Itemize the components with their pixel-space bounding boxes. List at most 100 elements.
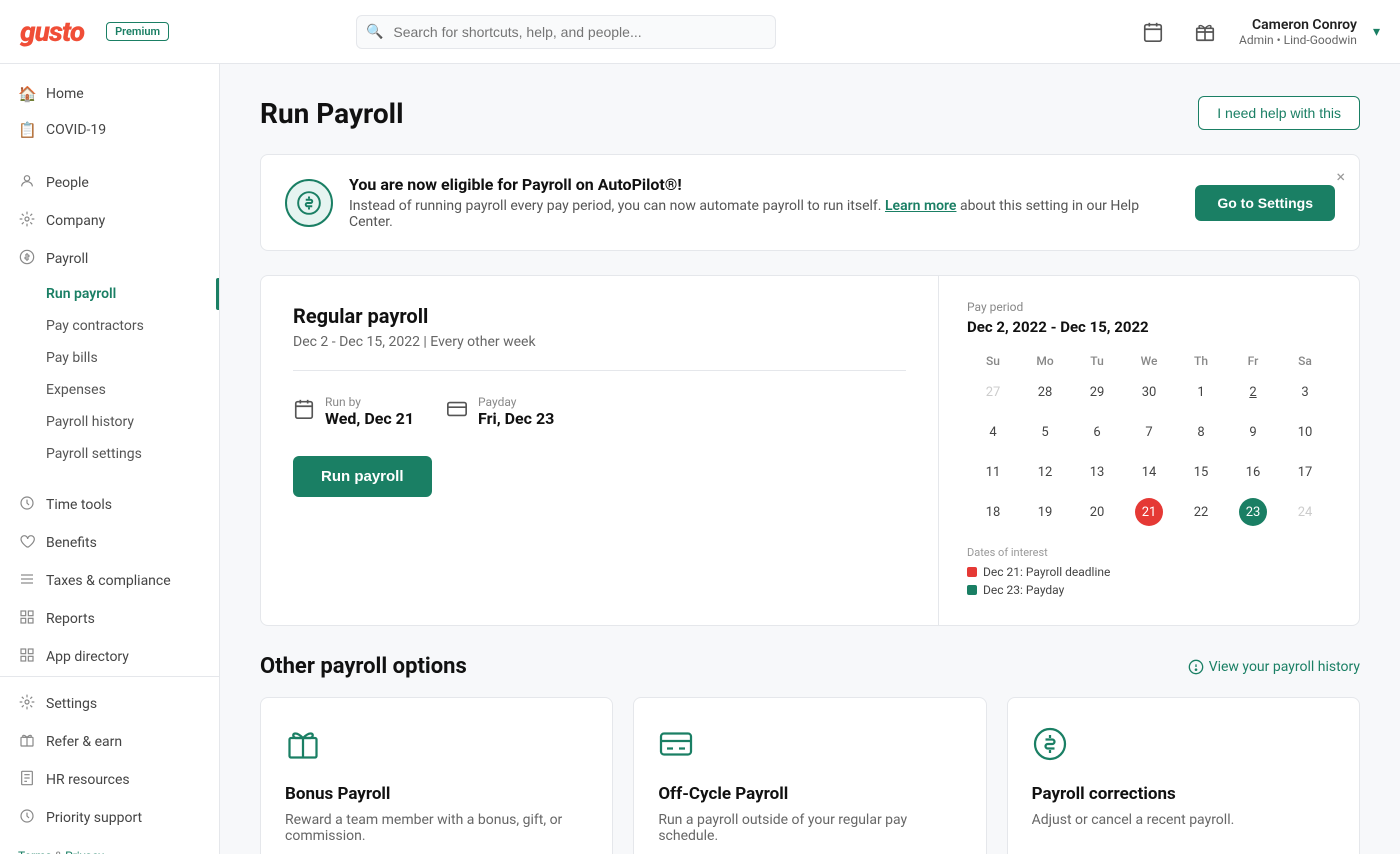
view-history-link[interactable]: View your payroll history [1188, 659, 1360, 675]
sidebar-sub-payroll-settings[interactable]: Payroll settings [0, 438, 219, 470]
option-card-off-cycle: Off-Cycle Payroll Run a payroll outside … [633, 697, 986, 854]
sidebar-item-refer[interactable]: Refer & earn [0, 723, 219, 761]
search-icon: 🔍 [366, 24, 383, 40]
run-by-details: Run by Wed, Dec 21 [325, 395, 414, 428]
user-name: Cameron Conroy [1252, 17, 1357, 33]
doi-title: Dates of interest [967, 546, 1331, 559]
banner-title: You are now eligible for Payroll on Auto… [349, 175, 1179, 194]
user-info: Cameron Conroy Admin • Lind-Goodwin [1239, 17, 1357, 47]
option-desc-bonus: Reward a team member with a bonus, gift,… [285, 812, 588, 852]
sidebar-item-covid[interactable]: 📋 COVID-19 [0, 112, 219, 148]
payday-info: Payday Fri, Dec 23 [446, 395, 554, 428]
run-info: Run by Wed, Dec 21 Payday Fri, Dec 23 [293, 395, 906, 428]
page-header: Run Payroll I need help with this [260, 96, 1360, 130]
option-title-corrections: Payroll corrections [1032, 784, 1335, 804]
regular-payroll-card: Regular payroll Dec 2 - Dec 15, 2022 | E… [260, 275, 1360, 626]
calendar-title: Dec 2, 2022 - Dec 15, 2022 [967, 318, 1331, 336]
page-title: Run Payroll [260, 97, 404, 130]
option-card-corrections: Payroll corrections Adjust or cancel a r… [1007, 697, 1360, 854]
sidebar-bottom: Settings Refer & earn HR resources Prior… [0, 676, 219, 854]
option-icon-corrections [1032, 726, 1335, 770]
calendar-grid: SuMoTuWeThFrSa 2728293012345678910111213… [967, 350, 1331, 532]
doi-item: Dec 21: Payroll deadline [967, 565, 1331, 579]
terms-link[interactable]: Terms [18, 849, 52, 854]
dates-of-interest: Dates of interest Dec 21: Payroll deadli… [967, 546, 1331, 597]
settings-icon [18, 694, 36, 714]
people-icon [18, 173, 36, 193]
other-options-title: Other payroll options [260, 654, 467, 679]
sidebar-sub-pay-contractors[interactable]: Pay contractors [0, 310, 219, 342]
user-menu-chevron[interactable]: ▾ [1373, 24, 1380, 40]
sidebar-item-benefits[interactable]: Benefits [0, 524, 219, 562]
banner-close-icon[interactable]: × [1336, 167, 1345, 186]
sidebar-item-taxes[interactable]: Taxes & compliance [0, 562, 219, 600]
run-payroll-button[interactable]: Run payroll [293, 456, 432, 497]
option-desc-corrections: Adjust or cancel a recent payroll. [1032, 812, 1335, 852]
clipboard-icon: 📋 [18, 121, 36, 139]
go-to-settings-button[interactable]: Go to Settings [1195, 185, 1335, 221]
premium-badge: Premium [106, 22, 169, 41]
payday-label: Payday [478, 395, 554, 409]
sidebar-item-company[interactable]: Company [0, 202, 219, 240]
main-content: Run Payroll I need help with this You ar… [220, 64, 1400, 854]
search-bar: 🔍 [356, 15, 776, 49]
calendar-header: Pay period [967, 300, 1331, 314]
logo: gusto [20, 15, 84, 48]
sidebar-item-settings[interactable]: Settings [0, 685, 219, 723]
search-input[interactable] [356, 15, 776, 49]
home-icon: 🏠 [18, 85, 36, 103]
company-icon [18, 211, 36, 231]
doi-item: Dec 23: Payday [967, 583, 1331, 597]
banner-description: Instead of running payroll every pay per… [349, 198, 1179, 230]
hr-icon [18, 770, 36, 790]
sidebar-sub-expenses[interactable]: Expenses [0, 374, 219, 406]
gift-icon[interactable] [1187, 14, 1223, 50]
active-bar [216, 278, 219, 310]
autopilot-banner: You are now eligible for Payroll on Auto… [260, 154, 1360, 251]
support-icon [18, 808, 36, 828]
calendar-run-icon [293, 398, 315, 425]
regular-payroll-title: Regular payroll [293, 304, 906, 328]
sidebar-item-reports[interactable]: Reports [0, 600, 219, 638]
header-actions: Cameron Conroy Admin • Lind-Goodwin ▾ [1135, 14, 1380, 50]
option-desc-off-cycle: Run a payroll outside of your regular pa… [658, 812, 961, 852]
sidebar-sub-payroll-history[interactable]: Payroll history [0, 406, 219, 438]
sidebar-item-time-tools[interactable]: Time tools [0, 486, 219, 524]
layout: 🏠 Home 📋 COVID-19 People Company Payroll [0, 64, 1400, 854]
sidebar-footer: Terms & Privacy [0, 837, 219, 854]
option-icon-off-cycle [658, 726, 961, 770]
sidebar-item-app-directory[interactable]: App directory [0, 638, 219, 676]
sidebar-item-people[interactable]: People [0, 164, 219, 202]
learn-more-link[interactable]: Learn more [885, 198, 956, 214]
option-title-off-cycle: Off-Cycle Payroll [658, 784, 961, 804]
sidebar-item-priority-support[interactable]: Priority support [0, 799, 219, 837]
sidebar-item-home[interactable]: 🏠 Home [0, 76, 219, 112]
payroll-icon [18, 249, 36, 269]
calendar-icon[interactable] [1135, 14, 1171, 50]
refer-icon [18, 732, 36, 752]
privacy-link[interactable]: Privacy [65, 849, 104, 854]
sidebar-sub-run-payroll[interactable]: Run payroll [0, 278, 219, 310]
time-icon [18, 495, 36, 515]
payroll-left: Regular payroll Dec 2 - Dec 15, 2022 | E… [261, 276, 939, 625]
sidebar-item-hr-resources[interactable]: HR resources [0, 761, 219, 799]
other-options-header: Other payroll options View your payroll … [260, 654, 1360, 679]
help-button[interactable]: I need help with this [1198, 96, 1360, 130]
payroll-options-grid: Bonus Payroll Reward a team member with … [260, 697, 1360, 854]
taxes-icon [18, 571, 36, 591]
user-role: Admin • Lind-Goodwin [1239, 33, 1357, 47]
banner-text: You are now eligible for Payroll on Auto… [349, 175, 1179, 230]
header: gusto Premium 🔍 Cameron Conroy Admin • L… [0, 0, 1400, 64]
run-by-info: Run by Wed, Dec 21 [293, 395, 414, 428]
autopilot-icon [285, 179, 333, 227]
reports-icon [18, 609, 36, 629]
sidebar-sub-pay-bills[interactable]: Pay bills [0, 342, 219, 374]
run-by-value: Wed, Dec 21 [325, 409, 414, 428]
payday-icon [446, 398, 468, 425]
option-card-bonus: Bonus Payroll Reward a team member with … [260, 697, 613, 854]
payday-value: Fri, Dec 23 [478, 409, 554, 428]
app-dir-icon [18, 647, 36, 667]
sidebar-item-payroll[interactable]: Payroll [0, 240, 219, 278]
option-icon-bonus [285, 726, 588, 770]
sidebar: 🏠 Home 📋 COVID-19 People Company Payroll [0, 64, 220, 854]
